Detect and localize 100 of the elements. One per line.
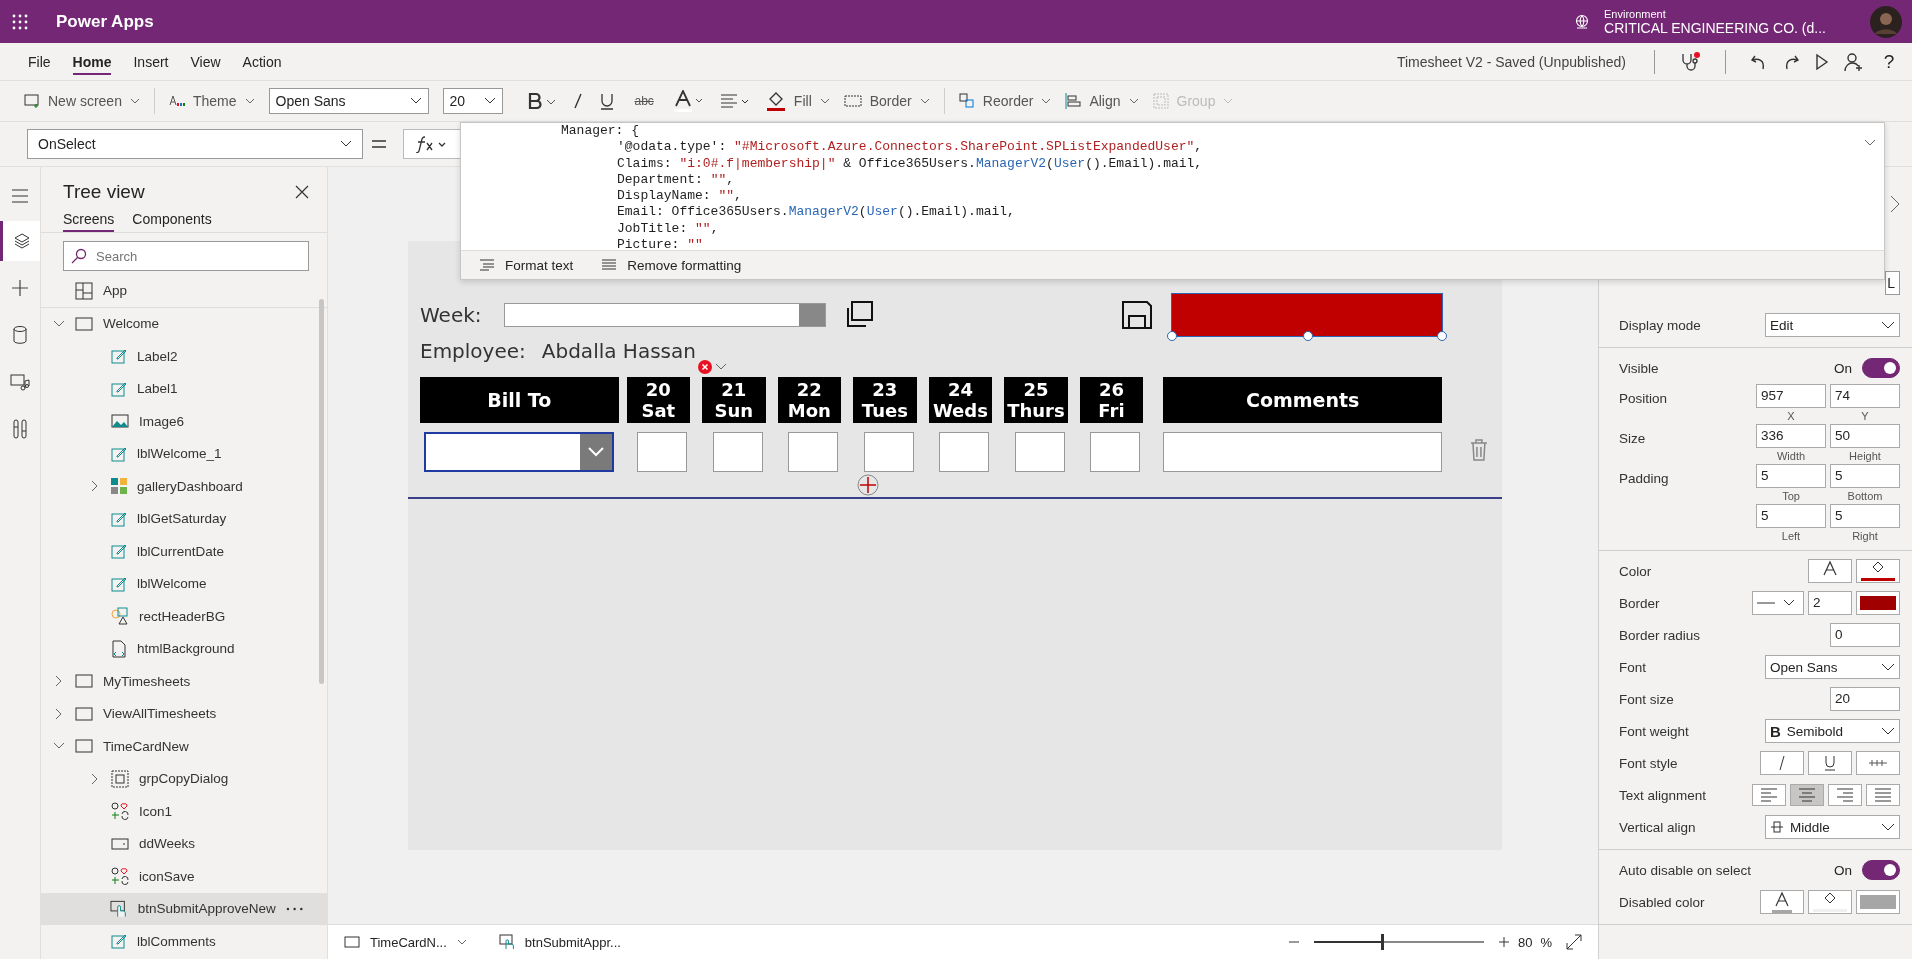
strikethrough-button[interactable]: abc xyxy=(634,94,654,108)
color-swatch-button[interactable] xyxy=(1856,890,1900,914)
fill-color-button[interactable] xyxy=(1856,559,1900,583)
tree-item[interactable]: Label2 xyxy=(41,340,327,373)
hours-field[interactable] xyxy=(712,432,763,472)
tree-item[interactable]: ddWeeks xyxy=(41,827,327,860)
new-screen-button[interactable]: New screen xyxy=(24,93,140,109)
layers-tab[interactable] xyxy=(0,221,40,261)
property-field[interactable]: 2 xyxy=(1808,591,1852,615)
tree-tab[interactable]: Components xyxy=(132,207,212,232)
menu-tab[interactable]: Insert xyxy=(133,48,169,75)
format-text-button[interactable]: Format text xyxy=(479,257,574,273)
font-dropdown[interactable]: Open Sans xyxy=(268,88,429,114)
stethoscope-icon[interactable] xyxy=(1679,50,1701,73)
chevron-right-icon[interactable] xyxy=(1890,195,1900,213)
alignment-button[interactable] xyxy=(1866,784,1900,806)
trash-icon[interactable] xyxy=(1470,439,1488,461)
more-icon[interactable] xyxy=(285,906,303,911)
property-field[interactable]: 20 xyxy=(1830,687,1900,711)
comments-field[interactable] xyxy=(1163,432,1443,472)
chevron-right-icon[interactable] xyxy=(55,675,63,688)
tree-item[interactable]: lblCurrentDate xyxy=(41,535,327,568)
tree-item[interactable]: iconSave xyxy=(41,860,327,893)
tree-item[interactable]: Label1 xyxy=(41,372,327,405)
tree-item[interactable]: ViewAllTimesheets xyxy=(41,697,327,730)
add-icon[interactable] xyxy=(857,474,879,496)
tree-item[interactable]: TimeCardNew xyxy=(41,730,327,763)
text-color-button[interactable] xyxy=(1808,559,1852,583)
alignment-button[interactable] xyxy=(1752,784,1786,806)
app-launcher-icon[interactable] xyxy=(12,13,28,30)
tree-item[interactable]: grpCopyDialog xyxy=(41,762,327,795)
environment-name[interactable]: CRITICAL ENGINEERING CO. (d... xyxy=(1604,19,1826,36)
theme-button[interactable]: Theme xyxy=(168,93,255,109)
property-field[interactable]: L xyxy=(1885,271,1900,295)
reorder-button[interactable]: Reorder xyxy=(958,93,1052,109)
text-color-button[interactable] xyxy=(1760,890,1804,914)
hours-field[interactable] xyxy=(788,432,839,472)
close-icon[interactable] xyxy=(295,185,309,199)
remove-formatting-button[interactable]: Remove formatting xyxy=(601,257,742,273)
zoom-in-icon[interactable] xyxy=(1497,936,1510,948)
property-field[interactable]: 5 xyxy=(1830,504,1900,528)
bold-icon[interactable] xyxy=(526,92,557,110)
tree-item[interactable]: Image6 xyxy=(41,405,327,438)
tree-item[interactable]: lblGetSaturday xyxy=(41,502,327,535)
hours-field[interactable] xyxy=(1090,432,1141,472)
property-dropdown[interactable]: Edit xyxy=(1765,313,1900,337)
property-field[interactable]: 74 xyxy=(1830,384,1900,408)
tree-item[interactable]: MyTimesheets xyxy=(41,665,327,698)
tree-item[interactable]: rectHeaderBG xyxy=(41,600,327,633)
chevron-down-icon[interactable] xyxy=(53,742,65,751)
menu-tab[interactable]: Action xyxy=(242,48,282,75)
border-style-dropdown[interactable] xyxy=(1752,591,1804,615)
collapse-icon[interactable] xyxy=(1864,139,1876,147)
tree-item[interactable]: htmlBackground xyxy=(41,632,327,665)
error-icon[interactable] xyxy=(698,359,728,375)
chevron-right-icon[interactable] xyxy=(55,707,63,720)
menu-tab[interactable]: File xyxy=(28,48,51,75)
tree-tab[interactable]: Screens xyxy=(63,207,115,232)
fill-button[interactable]: Fill xyxy=(765,90,830,112)
avatar[interactable] xyxy=(1870,5,1902,38)
hours-field[interactable] xyxy=(863,432,914,472)
tree-item[interactable]: Icon1 xyxy=(41,795,327,828)
property-field[interactable]: 336 xyxy=(1756,424,1826,448)
hours-field[interactable] xyxy=(637,432,688,472)
tree-item[interactable]: App xyxy=(41,275,327,308)
play-icon[interactable] xyxy=(1814,52,1830,71)
chevron-right-icon[interactable] xyxy=(91,480,99,493)
menu-tab[interactable]: View xyxy=(190,48,221,75)
tree-item[interactable]: Welcome xyxy=(41,307,327,340)
property-dropdown[interactable]: Open Sans xyxy=(1765,655,1900,679)
media-icon[interactable] xyxy=(10,373,30,391)
property-dropdown[interactable]: OnSelect xyxy=(27,129,363,159)
plus-icon[interactable] xyxy=(11,279,29,297)
save-icon[interactable] xyxy=(1121,300,1153,330)
add-user-icon[interactable] xyxy=(1844,51,1864,72)
border-color-button[interactable] xyxy=(1856,591,1900,615)
menu-icon[interactable] xyxy=(11,189,29,203)
property-field[interactable]: 5 xyxy=(1756,464,1826,488)
menu-tab[interactable]: Home xyxy=(72,48,112,75)
property-field[interactable]: 957 xyxy=(1756,384,1826,408)
tree-item[interactable]: lblWelcome_1 xyxy=(41,437,327,470)
toggle-switch[interactable] xyxy=(1862,358,1900,378)
property-field[interactable]: 50 xyxy=(1830,424,1900,448)
property-dropdown[interactable]: B Semibold xyxy=(1765,719,1900,743)
week-dropdown[interactable] xyxy=(503,303,826,327)
property-field[interactable]: 5 xyxy=(1756,504,1826,528)
hours-field[interactable] xyxy=(939,432,990,472)
border-button[interactable]: Border xyxy=(843,93,930,109)
font-size-dropdown[interactable]: 20 xyxy=(442,88,503,114)
chevron-right-icon[interactable] xyxy=(91,772,99,785)
underline-button[interactable] xyxy=(1808,751,1852,775)
screen-selector[interactable]: TimeCardN... xyxy=(344,934,485,950)
fill-color-button[interactable] xyxy=(1808,890,1852,914)
control-selector[interactable]: btnSubmitAppr... xyxy=(498,934,639,950)
tree-item[interactable]: lblWelcome xyxy=(41,567,327,600)
hours-field[interactable] xyxy=(1014,432,1065,472)
help-button[interactable]: ? xyxy=(1878,50,1900,73)
chevron-down-icon[interactable] xyxy=(53,319,65,328)
align-button[interactable]: Align xyxy=(1065,93,1139,109)
function-button[interactable] xyxy=(403,129,461,159)
